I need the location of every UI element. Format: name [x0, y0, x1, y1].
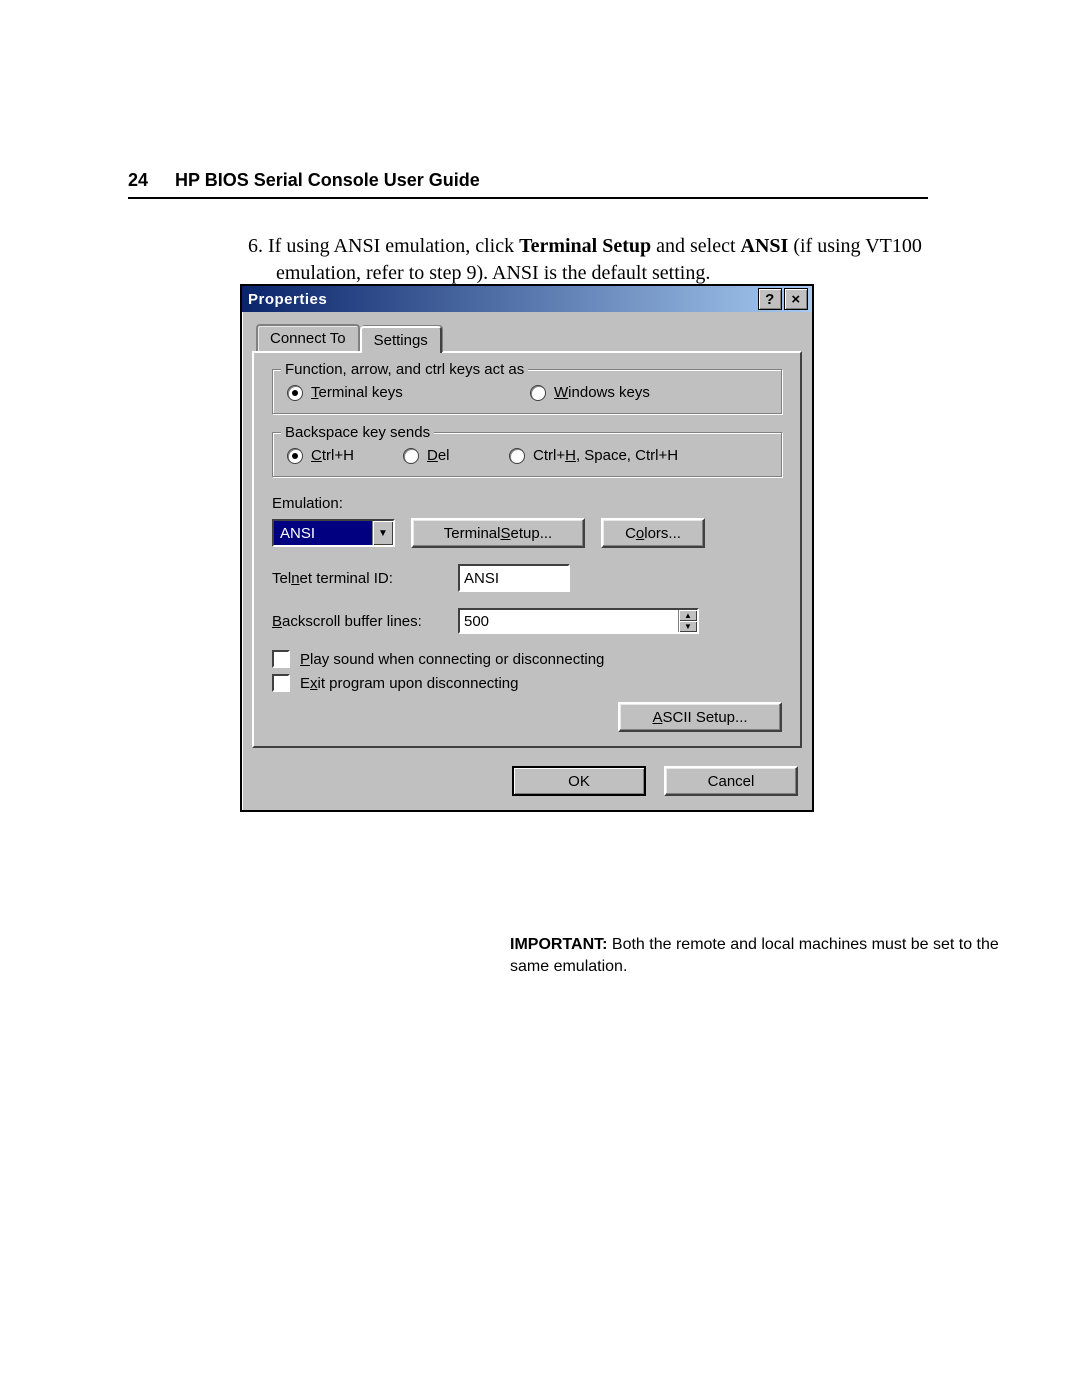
properties-dialog: Properties ? × Connect To Settings Funct… — [240, 284, 814, 812]
step-bold-1: Terminal Setup — [519, 235, 651, 257]
terminal-setup-button[interactable]: Terminal Setup... — [411, 518, 585, 548]
step-6: 6. If using ANSI emulation, click Termin… — [248, 233, 928, 287]
colors-button[interactable]: Colors... — [601, 518, 705, 548]
telnet-id-input[interactable]: ANSI — [458, 564, 570, 592]
tab-settings[interactable]: Settings — [360, 326, 442, 353]
spinner-down-icon[interactable]: ▼ — [679, 621, 697, 632]
radio-terminal-keys[interactable]: Terminal keys — [287, 384, 524, 401]
ascii-setup-button[interactable]: ASCII Setup... — [618, 702, 782, 732]
emulation-combo[interactable]: ANSI ▼ — [272, 519, 395, 547]
cancel-button[interactable]: Cancel — [664, 766, 798, 796]
group-function-keys-label: Function, arrow, and ctrl keys act as — [281, 361, 528, 378]
emulation-label: Emulation: — [272, 495, 782, 512]
radio-terminal-keys-label: erminal keys — [319, 384, 403, 401]
dialog-buttons: OK Cancel — [242, 758, 812, 810]
page-header: 24 HP BIOS Serial Console User Guide — [128, 170, 928, 199]
group-function-keys: Function, arrow, and ctrl keys act as Te… — [272, 369, 782, 414]
radio-ctrlh-space-ctrlh[interactable]: Ctrl+H, Space, Ctrl+H — [509, 447, 767, 464]
step-text-mid: and select — [651, 235, 740, 257]
ok-button[interactable]: OK — [512, 766, 646, 796]
telnet-label: Telnet terminal ID: — [272, 570, 442, 587]
radio-dot-icon — [287, 448, 303, 464]
check-play-sound[interactable]: Play sound when connecting or disconnect… — [272, 650, 782, 668]
tab-connect-to[interactable]: Connect To — [256, 324, 360, 351]
page-number: 24 — [128, 170, 170, 191]
step-number: 6. — [248, 235, 263, 257]
note-label: IMPORTANT: — [510, 936, 607, 953]
radio-dot-icon — [403, 448, 419, 464]
emulation-value: ANSI — [274, 521, 372, 545]
check-exit-program[interactable]: Exit program upon disconnecting — [272, 674, 782, 692]
close-button[interactable]: × — [784, 288, 808, 310]
important-note: IMPORTANT: Both the remote and local mac… — [510, 934, 1010, 977]
step-bold-2: ANSI — [741, 235, 789, 257]
checkbox-icon — [272, 674, 290, 692]
radio-windows-keys[interactable]: Windows keys — [530, 384, 767, 401]
step-text: If using ANSI emulation, click — [268, 235, 519, 257]
checkbox-icon — [272, 650, 290, 668]
radio-dot-icon — [530, 385, 546, 401]
group-backspace: Backspace key sends Ctrl+H Del Ctrl+H, S… — [272, 432, 782, 477]
radio-windows-keys-label: indows keys — [568, 384, 650, 401]
radio-dot-icon — [509, 448, 525, 464]
spinner-up-icon[interactable]: ▲ — [679, 610, 697, 621]
backscroll-spinner[interactable]: 500 ▲ ▼ — [458, 608, 699, 634]
settings-panel: Function, arrow, and ctrl keys act as Te… — [252, 351, 802, 748]
titlebar[interactable]: Properties ? × — [242, 286, 812, 312]
chevron-down-icon[interactable]: ▼ — [372, 521, 393, 545]
help-button[interactable]: ? — [758, 288, 782, 310]
group-backspace-label: Backspace key sends — [281, 424, 434, 441]
radio-dot-icon — [287, 385, 303, 401]
doc-title: HP BIOS Serial Console User Guide — [175, 170, 480, 190]
backscroll-value: 500 — [460, 610, 678, 632]
dialog-title: Properties — [248, 291, 756, 308]
radio-del[interactable]: Del — [403, 447, 503, 464]
radio-ctrlh[interactable]: Ctrl+H — [287, 447, 397, 464]
tabstrip: Connect To Settings — [242, 312, 812, 351]
backscroll-label: Backscroll buffer lines: — [272, 613, 442, 630]
